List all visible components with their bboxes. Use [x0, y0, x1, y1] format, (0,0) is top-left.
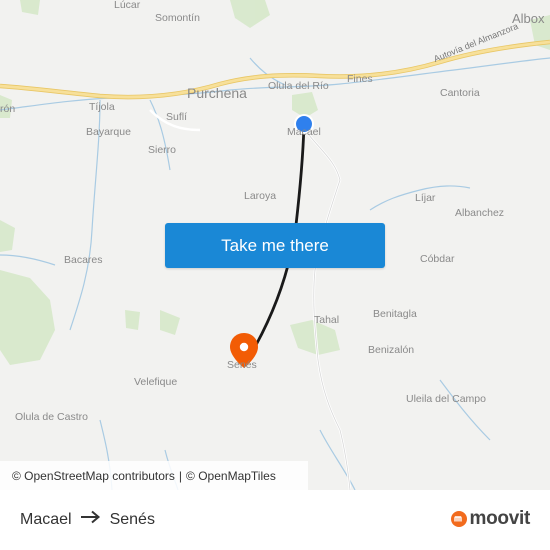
place-label: Laroya	[244, 190, 277, 202]
route-title: Macael Senés	[20, 510, 155, 529]
place-label: Cóbdar	[420, 253, 455, 265]
map-view[interactable]: Lúcar Somontín Albox Purchena Olula del …	[0, 0, 550, 490]
place-label: Cantoria	[440, 87, 480, 99]
moovit-logo-icon	[450, 511, 467, 527]
place-label: Somontín	[155, 12, 200, 24]
arrow-right-icon	[80, 510, 102, 529]
origin-name: Macael	[20, 510, 72, 528]
place-label: Líjar	[415, 192, 436, 204]
place-label: Purchena	[187, 85, 247, 101]
map-attribution: © OpenStreetMap contributors | © OpenMap…	[0, 461, 308, 490]
place-label: Tíjola	[89, 101, 115, 113]
place-label: Bacares	[64, 254, 103, 266]
place-label: Suflí	[166, 111, 188, 123]
tiles-attribution-link[interactable]: © OpenMapTiles	[186, 469, 276, 483]
moovit-wordmark: moovit	[469, 508, 531, 529]
place-label: Benitagla	[373, 308, 417, 320]
place-label: rón	[0, 103, 16, 115]
place-label: Olula de Castro	[15, 411, 88, 423]
place-label: Tahal	[314, 314, 340, 326]
destination-name: Senés	[109, 510, 155, 528]
place-label: Macael	[287, 126, 321, 138]
rivers	[0, 57, 550, 490]
secondary-roads	[149, 109, 352, 490]
place-label: Velefique	[134, 376, 178, 388]
moovit-logo: moovit	[450, 508, 531, 530]
place-label: Fines	[347, 73, 373, 85]
attribution-separator: |	[178, 468, 183, 483]
place-label: Albanchez	[455, 207, 505, 219]
tracks	[304, 129, 351, 490]
place-label: Senés	[227, 359, 257, 371]
take-me-there-button[interactable]: Take me there	[165, 223, 385, 268]
place-label: Sierro	[148, 144, 177, 156]
place-label: Lúcar	[114, 0, 141, 11]
place-label: Olula del Río	[268, 80, 329, 92]
place-label: Benizalón	[368, 344, 415, 356]
place-label: Uleila del Campo	[406, 393, 486, 405]
osm-attribution-link[interactable]: © OpenStreetMap contributors	[12, 469, 175, 483]
place-label: Bayarque	[86, 126, 131, 138]
